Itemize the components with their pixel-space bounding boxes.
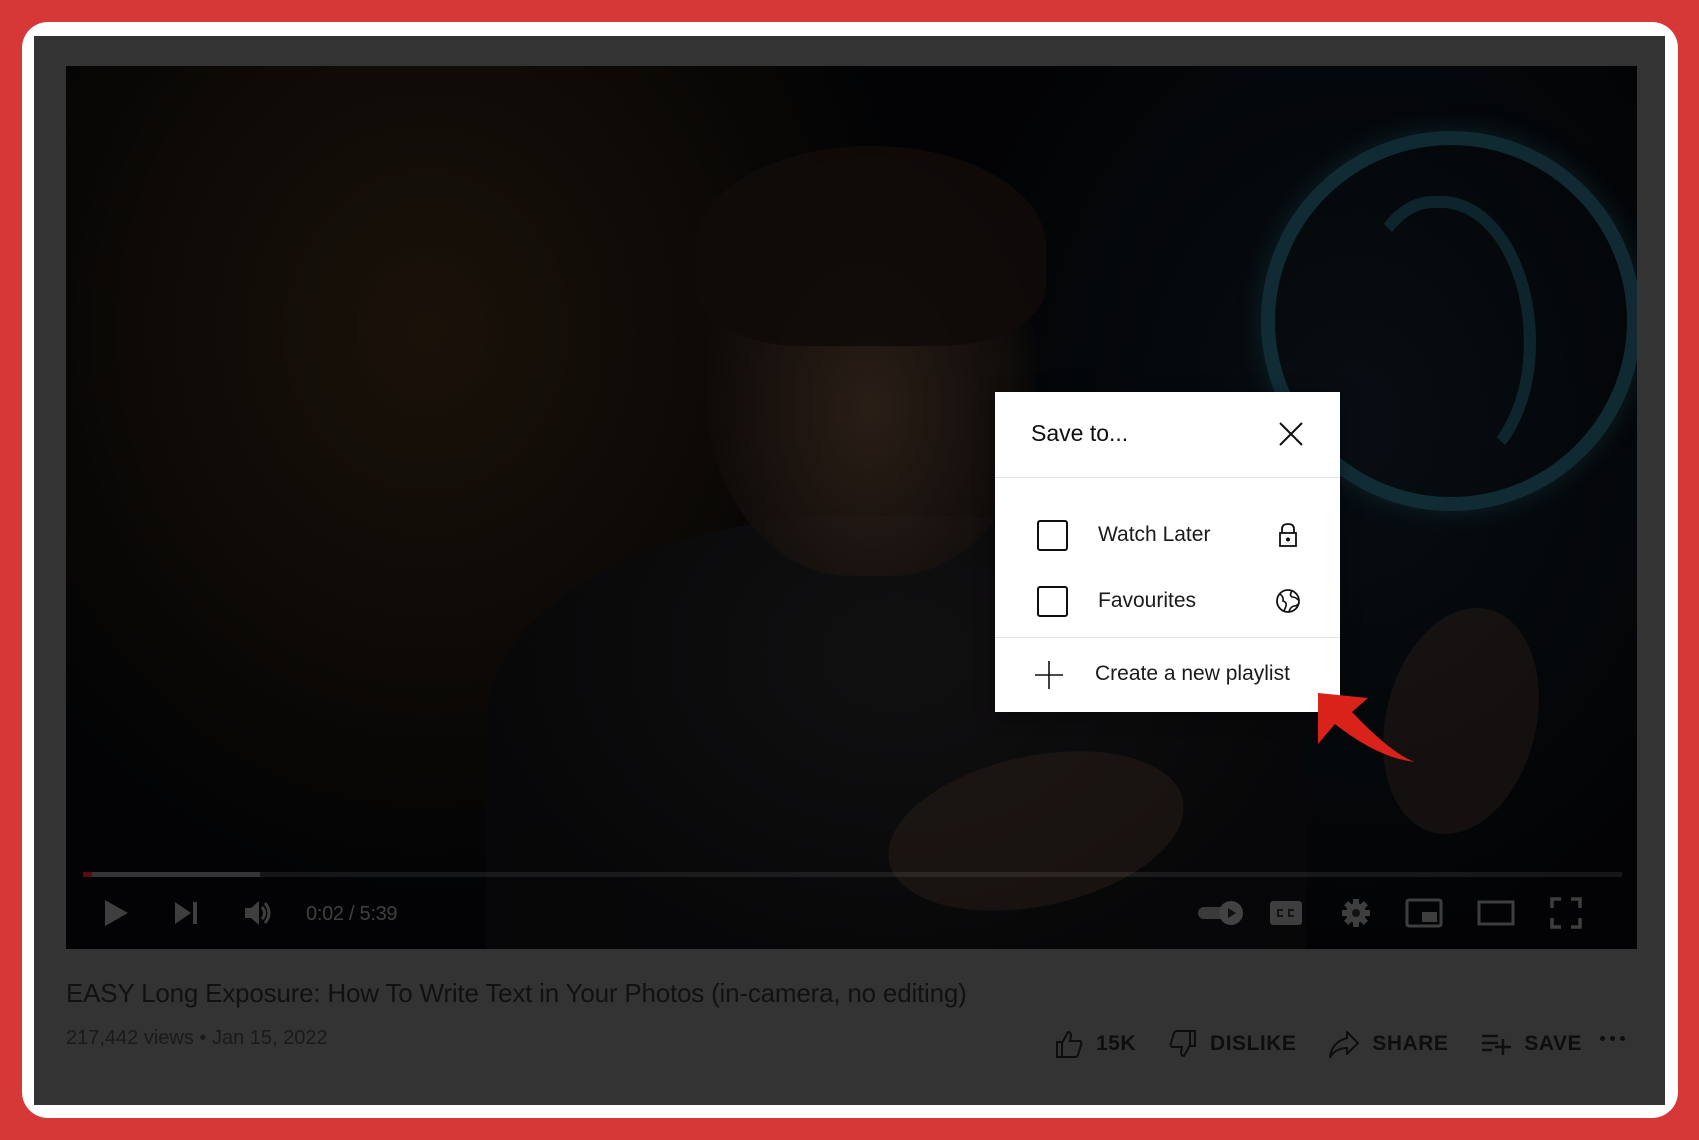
more-dot bbox=[1600, 1036, 1605, 1041]
player-controls: 0:02 / 5:39 bbox=[66, 881, 1637, 949]
gear-icon bbox=[1342, 899, 1370, 927]
video-frame bbox=[66, 66, 1637, 949]
thumbs-up-icon bbox=[1056, 1030, 1083, 1058]
cc-icon bbox=[1270, 901, 1302, 925]
favourites-checkbox[interactable] bbox=[1037, 586, 1068, 617]
fullscreen-button[interactable] bbox=[1544, 893, 1588, 933]
settings-button[interactable] bbox=[1336, 893, 1376, 933]
more-dot bbox=[1610, 1036, 1615, 1041]
more-actions-button[interactable] bbox=[1600, 1036, 1625, 1041]
dialog-header: Save to... bbox=[995, 392, 1340, 478]
progress-bar[interactable] bbox=[83, 872, 1622, 877]
create-playlist-button[interactable]: Create a new playlist bbox=[995, 638, 1340, 712]
progress-buffered bbox=[83, 872, 260, 877]
play-button[interactable] bbox=[96, 893, 136, 933]
save-button[interactable]: SAVE bbox=[1480, 1031, 1582, 1057]
save-label: SAVE bbox=[1524, 1032, 1583, 1055]
captions-button[interactable] bbox=[1266, 893, 1306, 933]
playlist-item-favourites[interactable]: Favourites bbox=[995, 573, 1340, 629]
playlist-label: Favourites bbox=[1098, 589, 1197, 612]
autoplay-toggle[interactable] bbox=[1196, 893, 1246, 933]
dialog-title: Save to... bbox=[1031, 420, 1129, 446]
dislike-button[interactable]: DISLIKE bbox=[1168, 1029, 1296, 1059]
theater-mode-icon bbox=[1477, 900, 1515, 926]
playlist-item-watch-later[interactable]: Watch Later bbox=[995, 507, 1340, 563]
more-dot bbox=[1620, 1036, 1625, 1041]
add-to-playlist-icon bbox=[1482, 1034, 1512, 1055]
volume-button[interactable] bbox=[238, 893, 278, 933]
save-to-playlist-dialog: Save to... Watch Later Favourites Create… bbox=[995, 392, 1340, 712]
like-count: 15K bbox=[1096, 1032, 1137, 1055]
theater-mode-button[interactable] bbox=[1474, 893, 1518, 933]
privacy-indicator bbox=[1274, 587, 1302, 615]
plus-icon bbox=[1035, 661, 1063, 689]
thumbs-down-icon bbox=[1169, 1030, 1197, 1058]
playlist-label: Watch Later bbox=[1098, 523, 1211, 546]
globe-icon bbox=[1276, 589, 1300, 613]
create-playlist-label: Create a new playlist bbox=[1095, 662, 1290, 685]
lock-icon bbox=[1279, 523, 1297, 547]
play-icon bbox=[105, 900, 128, 926]
modal-dim-overlay bbox=[66, 66, 1637, 949]
watch-later-checkbox[interactable] bbox=[1037, 520, 1068, 551]
miniplayer-icon bbox=[1405, 898, 1443, 928]
next-icon bbox=[175, 902, 197, 924]
privacy-indicator bbox=[1274, 521, 1302, 549]
fullscreen-icon bbox=[1550, 897, 1582, 929]
share-label: SHARE bbox=[1372, 1032, 1449, 1055]
video-player[interactable]: 0:02 / 5:39 bbox=[66, 66, 1637, 949]
annotation-arrow-icon bbox=[1318, 693, 1415, 762]
close-button[interactable] bbox=[1275, 418, 1307, 450]
dislike-label: DISLIKE bbox=[1210, 1032, 1297, 1055]
share-icon bbox=[1329, 1031, 1360, 1058]
miniplayer-button[interactable] bbox=[1402, 893, 1446, 933]
video-title: EASY Long Exposure: How To Write Text in… bbox=[66, 978, 967, 1008]
video-actions: 15K DISLIKE SHARE SAVE bbox=[1054, 1024, 1614, 1064]
time-display: 0:02 / 5:39 bbox=[306, 903, 398, 925]
next-button[interactable] bbox=[166, 893, 206, 933]
progress-played bbox=[83, 872, 93, 877]
autoplay-toggle-icon bbox=[1198, 901, 1243, 925]
volume-icon bbox=[245, 901, 271, 925]
like-button[interactable]: 15K bbox=[1054, 1029, 1136, 1059]
close-icon bbox=[1279, 422, 1303, 446]
share-button[interactable]: SHARE bbox=[1328, 1029, 1448, 1059]
video-meta: 217,442 views • Jan 15, 2022 bbox=[66, 1027, 328, 1049]
